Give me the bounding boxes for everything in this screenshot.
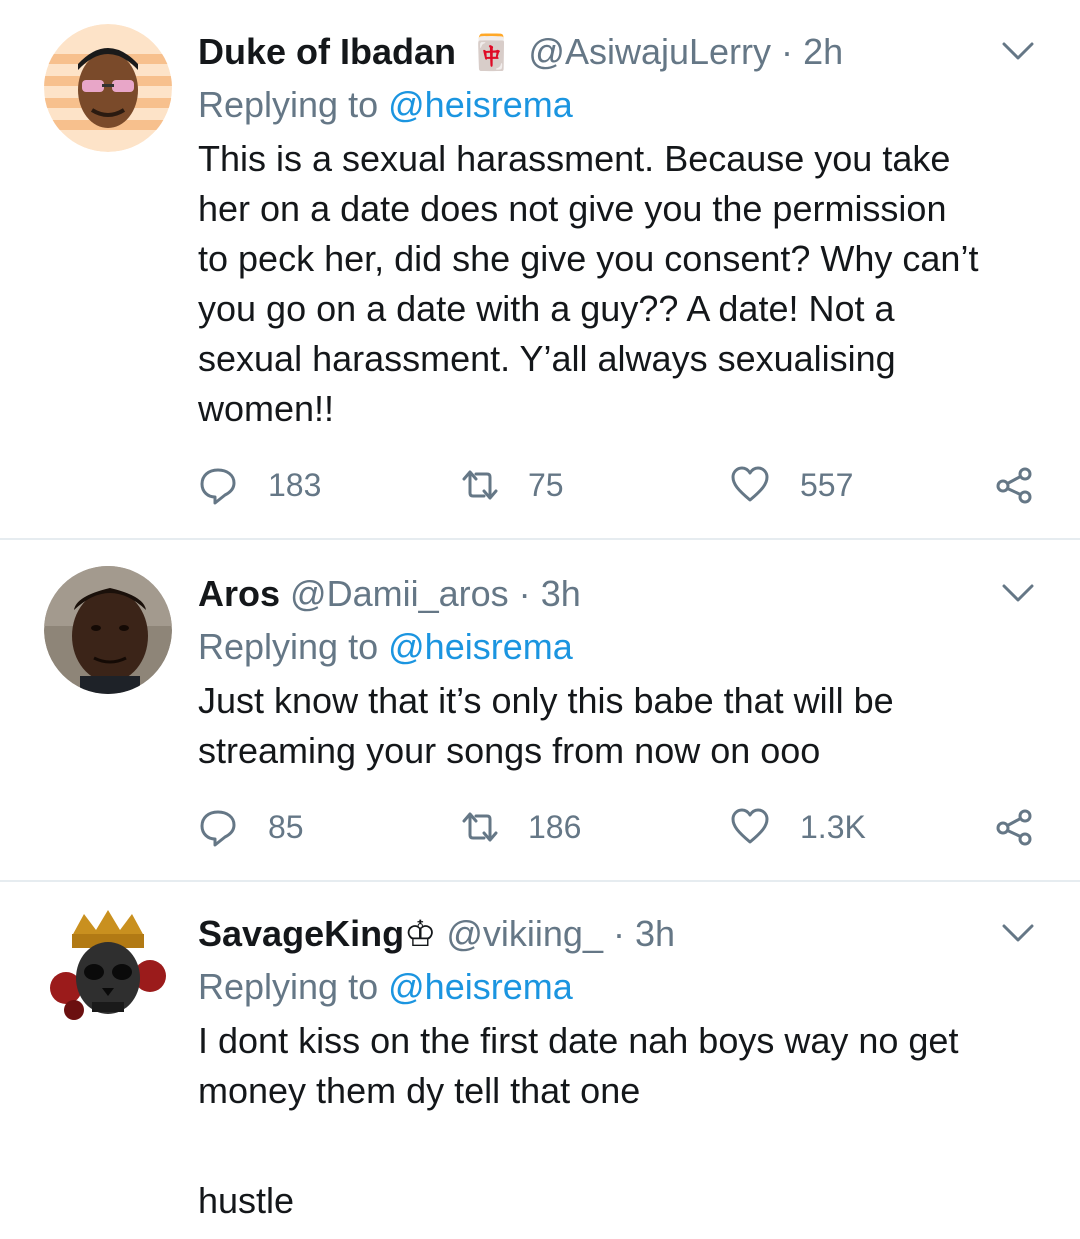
tweet-text: This is a sexual harassment. Because you… — [198, 134, 1048, 434]
user-handle[interactable]: @vikiing_ — [446, 913, 603, 954]
user-handle[interactable]: @AsiwajuLerry — [528, 31, 771, 72]
separator: · — [518, 573, 531, 614]
reply-button[interactable]: 85 — [198, 802, 304, 852]
share-button[interactable] — [994, 802, 1034, 852]
avatar[interactable] — [44, 24, 172, 152]
reply-count: 183 — [268, 466, 322, 503]
mention-link[interactable]: @heisrema — [388, 966, 573, 1007]
avatar[interactable] — [44, 906, 172, 1034]
heart-icon — [731, 466, 769, 502]
reply-count: 85 — [268, 808, 304, 845]
retweet-icon — [462, 470, 498, 500]
share-button[interactable] — [994, 460, 1034, 510]
avatar-image — [44, 24, 172, 152]
text-line: to peck her, did she give you consent? W… — [198, 238, 979, 279]
timestamp[interactable]: 2h — [803, 31, 843, 72]
timestamp[interactable]: 3h — [635, 913, 675, 954]
chevron-down-icon[interactable] — [1000, 918, 1036, 948]
comment-bubble-icon — [200, 468, 236, 505]
avatar[interactable] — [44, 566, 172, 694]
replying-prefix: Replying to — [198, 626, 379, 667]
tweet-text: Just know that it’s only this babe that … — [198, 676, 1048, 776]
divider — [0, 538, 1080, 540]
tweet-header: Duke of Ibadan 🀄 @AsiwajuLerry · 2h — [198, 24, 843, 80]
share-icon — [996, 809, 1032, 846]
display-name[interactable]: Duke of Ibadan — [198, 31, 456, 72]
action-bar: 85 186 1.3K — [198, 802, 1048, 852]
mention-link[interactable]: @heisrema — [388, 84, 573, 125]
text-line: hustle — [198, 1180, 295, 1221]
chevron-down-icon[interactable] — [1000, 578, 1036, 608]
text-line: you go on a date with a guy?? A date! No… — [198, 288, 895, 329]
share-icon — [996, 467, 1032, 504]
user-handle[interactable]: @Damii_aros — [290, 573, 509, 614]
retweet-icon — [462, 812, 498, 842]
tweet-header: Aros @Damii_aros · 3h — [198, 566, 581, 622]
separator: · — [612, 913, 625, 954]
avatar-image — [44, 906, 172, 1034]
mahjong-badge-icon: 🀄 — [470, 34, 513, 72]
text-line: Just know that it’s only this babe that … — [198, 680, 894, 721]
text-line: I dont kiss on the first date nah boys w… — [198, 1020, 959, 1061]
heart-icon — [731, 808, 769, 844]
timestamp[interactable]: 3h — [541, 573, 581, 614]
text-line: money them dy tell that one — [198, 1070, 641, 1111]
like-button[interactable]: 557 — [730, 460, 853, 510]
comment-bubble-icon — [200, 810, 236, 847]
tweet-2[interactable]: Aros @Damii_aros · 3h Replying to @heisr… — [0, 566, 1080, 866]
chevron-down-icon[interactable] — [1000, 36, 1036, 66]
reply-button[interactable]: 183 — [198, 460, 321, 510]
like-count: 1.3K — [800, 808, 866, 845]
retweet-count: 186 — [528, 808, 582, 845]
mention-link[interactable]: @heisrema — [388, 626, 573, 667]
replying-to: Replying to @heisrema — [198, 622, 573, 672]
like-button[interactable]: 1.3K — [730, 802, 866, 852]
divider — [0, 880, 1080, 882]
display-name[interactable]: Aros — [198, 573, 280, 614]
avatar-image — [44, 566, 172, 694]
replying-prefix: Replying to — [198, 84, 379, 125]
text-line: sexual harassment. Y’all always sexualis… — [198, 338, 896, 379]
text-line: her on a date does not give you the perm… — [198, 188, 947, 229]
separator: · — [781, 31, 794, 72]
replying-to: Replying to @heisrema — [198, 962, 573, 1012]
tweet-3[interactable]: SavageKing♔ @vikiing_ · 3h Replying to @… — [0, 906, 1080, 1236]
text-line — [198, 1116, 1048, 1166]
retweet-count: 75 — [528, 466, 564, 503]
text-line: streaming your songs from now on ooo — [198, 730, 821, 771]
tweet-text: I dont kiss on the first date nah boys w… — [198, 1016, 1048, 1226]
retweet-button[interactable]: 75 — [460, 460, 564, 510]
tweet-1[interactable]: Duke of Ibadan 🀄 @AsiwajuLerry · 2h Repl… — [0, 24, 1080, 534]
action-bar: 183 75 557 — [198, 460, 1048, 510]
tweet-header: SavageKing♔ @vikiing_ · 3h — [198, 906, 675, 962]
display-name[interactable]: SavageKing♔ — [198, 913, 436, 954]
text-line: This is a sexual harassment. Because you… — [198, 138, 951, 179]
replying-prefix: Replying to — [198, 966, 379, 1007]
retweet-button[interactable]: 186 — [460, 802, 581, 852]
replying-to: Replying to @heisrema — [198, 80, 573, 130]
like-count: 557 — [800, 466, 854, 503]
text-line: women!! — [198, 388, 335, 429]
